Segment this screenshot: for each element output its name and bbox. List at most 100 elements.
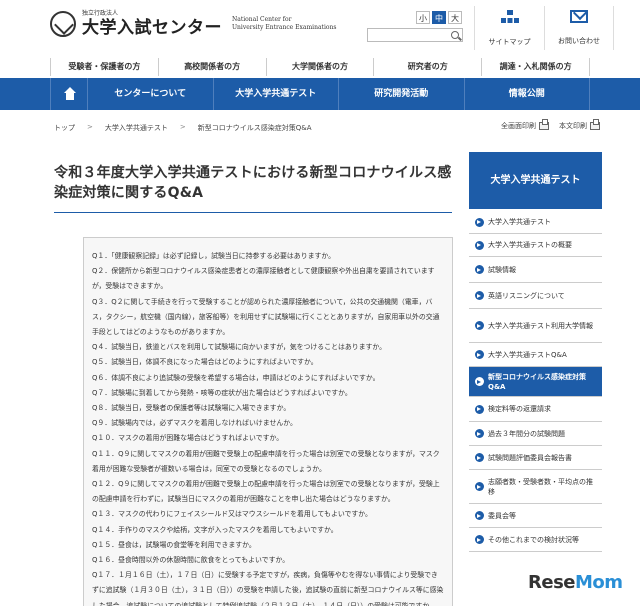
audience-tab-high-school[interactable]: 高校関係者の方 (157, 58, 266, 76)
sidebar-item-label: 検定料等の返還請求 (488, 405, 551, 413)
arrow-right-icon (475, 511, 484, 520)
home-icon (63, 87, 77, 100)
print-body-label: 本文印刷 (559, 122, 587, 130)
main-nav: センターについて 大学入学共通テスト 研究開発活動 情報公開 (0, 78, 640, 110)
home-button[interactable] (50, 78, 88, 110)
sidebar-item-participating-universities[interactable]: 大学入学共通テスト利用大学情報 (469, 309, 602, 343)
qa-link-q14[interactable]: Q１４．手作りのマスクや絵柄，文字が入ったマスクを着用してもよいですか。 (92, 523, 444, 538)
sidebar-item-exam-info[interactable]: 試験情報 (469, 257, 602, 283)
logo-english-line2: University Entrance Examinations (232, 24, 337, 31)
sitemap-icon (500, 10, 519, 24)
qa-link-q16[interactable]: Q１６．昼食時間以外の休憩時間に飲食をとってもよいですか。 (92, 553, 444, 568)
page-title: 令和３年度大学入学共通テストにおける新型コロナウイルス感染症対策に関するQ&A (54, 165, 452, 201)
qa-link-q11[interactable]: Q１１．Q９に関してマスクの着用が困難で受験上の配慮申請を行った場合は別室での受… (92, 447, 444, 477)
nav-common-test[interactable]: 大学入学共通テスト (214, 78, 339, 110)
sidebar-item-common-test[interactable]: 大学入学共通テスト (469, 211, 602, 234)
qa-link-q1[interactable]: Q１．「健康観察記録」は必ず記録し，試験当日に持参する必要はありますか。 (92, 249, 444, 264)
mail-icon (570, 10, 588, 23)
audience-tab-examinees[interactable]: 受験者・保護者の方 (50, 58, 158, 76)
logo-subtitle: 独立行政法人 (82, 10, 119, 17)
sidebar-item-label: 大学入学共通テスト利用大学情報 (488, 321, 593, 330)
sidebar-item-english-listening[interactable]: 英語リスニングについて (469, 283, 602, 309)
qa-link-q13[interactable]: Q１３．マスクの代わりにフェイスシールド又はマウスシールドを着用してもよいですか… (92, 507, 444, 522)
nav-disclosure[interactable]: 情報公開 (465, 78, 590, 110)
qa-link-q9[interactable]: Q９．試験場内では，必ずマスクを着用しなければいけませんか。 (92, 416, 444, 431)
font-size-medium-button[interactable]: 中 (432, 11, 446, 24)
contact-label: お問い合わせ (558, 37, 600, 45)
breadcrumb: トップ > 大学入学共通テスト > 新型コロナウイルス感染症対策Q&A (54, 123, 312, 133)
qa-link-q17[interactable]: Q１７．１月１６日（土），１７日（日）に受験する予定ですが，疾病，負傷等やむを得… (92, 568, 444, 606)
sidebar-item-label: その他これまでの検討状況等 (488, 535, 579, 544)
sidebar-item-overview[interactable]: 大学入学共通テストの概要 (469, 234, 602, 257)
sidebar-item-committees[interactable]: 委員会等 (469, 504, 602, 528)
site-logo[interactable]: 独立行政法人 大学入試センター National Center for Univ… (50, 10, 336, 38)
page: 独立行政法人 大学入試センター National Center for Univ… (0, 0, 640, 606)
sidebar-item-test-qa[interactable]: 大学入学共通テストQ&A (469, 343, 602, 367)
arrow-right-icon (475, 404, 484, 414)
sidebar-item-past-reviews[interactable]: その他これまでの検討状況等 (469, 528, 602, 552)
breadcrumb-separator: > (179, 123, 186, 131)
qa-list: Q１．「健康観察記録」は必ず記録し，試験当日に持参する必要はありますか。 Q２．… (83, 237, 453, 606)
sidebar-item-past-exams[interactable]: 過去３年間分の試験問題 (469, 422, 602, 446)
qa-link-q6[interactable]: Q６．体調不良により追試験の受験を希望する場合は，申請はどのようにすればよいです… (92, 371, 444, 386)
qa-link-q4[interactable]: Q４．試験当日，鉄道とバスを利用して試験場に向かいますが，気をつけることはありま… (92, 340, 444, 355)
contact-link[interactable]: お問い合わせ (544, 6, 614, 50)
arrow-right-icon (475, 350, 484, 359)
qa-link-q10[interactable]: Q１０．マスクの着用が困難な場合はどうすればよいですか。 (92, 431, 444, 446)
sidebar-item-label: 試験情報 (488, 265, 516, 274)
nav-about-center[interactable]: センターについて (88, 78, 214, 110)
sidebar-item-label: 大学入学共通テストQ&A (488, 350, 567, 359)
audience-tab-university[interactable]: 大学関係者の方 (265, 58, 374, 76)
qa-link-q15[interactable]: Q１５．昼食は，試験場の食堂等を利用できますか。 (92, 538, 444, 553)
sidebar-item-label: 大学入学共通テスト (488, 218, 551, 226)
print-full-page-label: 全画面印刷 (501, 122, 536, 130)
arrow-right-icon (475, 429, 484, 438)
sidebar-item-evaluation-report[interactable]: 試験問題評価委員会報告書 (469, 446, 602, 470)
printer-icon (539, 119, 549, 130)
watermark-text-a: Rese (528, 572, 576, 593)
audience-tab-procurement[interactable]: 調達・入札関係の方 (481, 58, 590, 76)
sidebar-item-applicant-statistics[interactable]: 志願者数・受験者数・平均点の推移 (469, 470, 602, 504)
qa-link-q12[interactable]: Q１２．Q９に関してマスクの着用が困難で受験上の配慮申請を行った場合は別室での受… (92, 477, 444, 507)
search-icon[interactable] (451, 31, 459, 39)
font-size-large-button[interactable]: 大 (448, 11, 462, 24)
nav-research[interactable]: 研究開発活動 (339, 78, 465, 110)
arrow-right-icon (475, 377, 484, 386)
audience-tab-researchers[interactable]: 研究者の方 (373, 58, 481, 76)
print-full-page-button[interactable]: 全画面印刷 (501, 119, 549, 131)
sidebar-item-label: 委員会等 (488, 511, 516, 520)
audience-nav: 受験者・保護者の方 高校関係者の方 大学関係者の方 研究者の方 調達・入札関係の… (50, 58, 590, 76)
qa-link-q2[interactable]: Q２．保健所から新型コロナウイルス感染症患者との濃厚接触者として健康観察や外出自… (92, 264, 444, 294)
site-header: 独立行政法人 大学入試センター National Center for Univ… (0, 0, 640, 56)
sidebar-heading: 大学入学共通テスト (469, 152, 602, 209)
arrow-right-icon (475, 453, 484, 462)
sidebar-item-covid-qa[interactable]: 新型コロナウイルス感染症対策Q&A (469, 367, 602, 397)
print-links: 全画面印刷 本文印刷 (501, 119, 600, 131)
logo-english-line1: National Center for (232, 16, 292, 23)
sitemap-link[interactable]: サイトマップ (474, 6, 544, 50)
arrow-right-icon (475, 217, 484, 227)
sidebar-menu: 大学入学共通テスト 大学入学共通テストの概要 試験情報 英語リスニングについて … (469, 211, 602, 552)
logo-title: 大学入試センター (82, 18, 222, 38)
qa-link-q8[interactable]: Q８．試験当日，受験者の保護者等は試験場に入場できますか。 (92, 401, 444, 416)
breadcrumb-separator: > (87, 123, 93, 131)
sidebar-item-label: 英語リスニングについて (488, 291, 565, 300)
sidebar-item-label: 新型コロナウイルス感染症対策Q&A (488, 372, 586, 391)
sidebar-item-fee-refund[interactable]: 検定料等の返還請求 (469, 397, 602, 422)
arrow-right-icon (475, 291, 484, 300)
font-size-small-button[interactable]: 小 (416, 11, 430, 24)
breadcrumb-common-test[interactable]: 大学入学共通テスト (105, 123, 168, 133)
qa-link-q5[interactable]: Q５．試験当日，体調不良になった場合はどのようにすればよいですか。 (92, 355, 444, 370)
watermark-text-b: Mom (575, 572, 623, 593)
breadcrumb-top[interactable]: トップ (54, 123, 75, 133)
arrow-right-icon (475, 535, 484, 544)
sitemap-label: サイトマップ (488, 38, 531, 46)
qa-link-q3[interactable]: Q３．Q２に関して手続きを行って受験することが認められた濃厚接触者について，公共… (92, 295, 444, 341)
sidebar-item-label: 試験問題評価委員会報告書 (488, 453, 572, 462)
qa-link-q7[interactable]: Q７．試験場に到着してから発熱・咳等の症状が出た場合はどうすればよいですか。 (92, 386, 444, 401)
sidebar-item-label: 志願者数・受験者数・平均点の推移 (488, 477, 593, 496)
print-body-button[interactable]: 本文印刷 (559, 119, 600, 131)
logo-emblem-icon (50, 11, 76, 37)
search-input[interactable] (367, 28, 463, 42)
sidebar-item-label: 過去３年間分の試験問題 (488, 429, 565, 438)
